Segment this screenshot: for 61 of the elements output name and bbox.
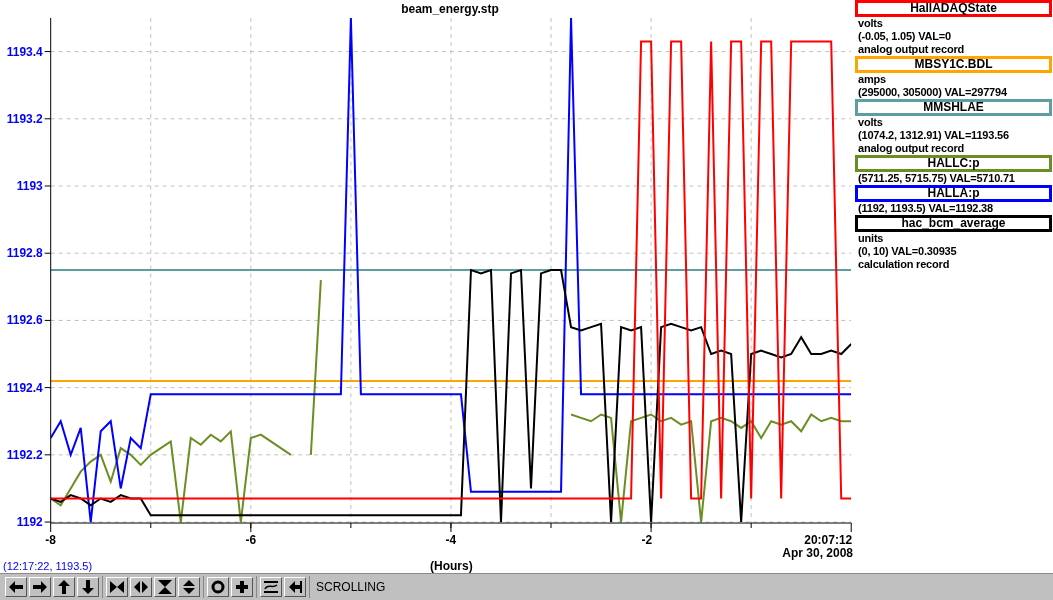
right-arrow-button[interactable] — [29, 577, 51, 597]
up-arrow-button[interactable] — [53, 577, 75, 597]
legend-trace-name[interactable]: MBSY1C.BDL — [855, 56, 1052, 73]
zoom-out-horizontal-icon — [133, 580, 149, 594]
legend-info-text: units — [857, 232, 885, 245]
legend-trace-name[interactable]: hac_bcm_average — [855, 215, 1052, 232]
cursor-readout: (12:17:22, 1193.5) — [2, 560, 94, 573]
rewind-to-end-button[interactable] — [284, 577, 306, 597]
legend-info-text: (1192, 1193.5) VAL=1192.38 — [857, 202, 994, 215]
x-tick-label: -2 — [641, 533, 653, 547]
legend-info-text: (0, 10) VAL=0.30935 — [857, 245, 958, 258]
x-tick-label: -6 — [245, 533, 257, 547]
y-tick-label: 1193.2 — [6, 111, 43, 126]
y-tick-label: 1193.4 — [6, 44, 43, 59]
legend-info-text: analog output record — [857, 43, 965, 56]
down-arrow-button[interactable] — [77, 577, 99, 597]
graph-icon — [263, 580, 279, 594]
chart-title: beam_energy.stp — [401, 2, 499, 16]
right-arrow-icon — [32, 580, 48, 594]
legend-info-text: (5711.25, 5715.75) VAL=5710.71 — [857, 172, 1016, 185]
plus-button[interactable] — [231, 577, 253, 597]
zoom-in-vertical-button[interactable] — [154, 577, 176, 597]
legend-info-text: (1074.2, 1312.91) VAL=1193.56 — [857, 129, 1010, 142]
legend-info-text: calculation record — [857, 258, 951, 271]
left-arrow-icon — [8, 580, 24, 594]
left-arrow-button[interactable] — [5, 577, 27, 597]
legend-info-text: (295000, 305000) VAL=297794 — [857, 86, 1008, 99]
y-tick-label: 1192 — [16, 515, 43, 530]
end-time-label: 20:07:12 — [804, 533, 853, 547]
zoom-in-horizontal-icon — [109, 580, 125, 594]
y-tick-label: 1192.8 — [6, 246, 43, 261]
x-tick-label: -4 — [445, 533, 457, 547]
y-tick-label: 1193 — [16, 179, 43, 193]
mode-label: SCROLLING — [316, 580, 386, 594]
ring-button[interactable] — [207, 577, 229, 597]
end-date-label: Apr 30, 2008 — [782, 547, 853, 560]
zoom-out-horizontal-button[interactable] — [130, 577, 152, 597]
down-arrow-icon — [80, 580, 96, 594]
x-axis-label: (Hours) — [430, 560, 473, 573]
legend-info-text: (-0.05, 1.05) VAL=0 — [857, 30, 952, 43]
legend-trace-name[interactable]: HallADAQState — [855, 0, 1052, 17]
legend-trace-name[interactable]: MMSHLAE — [855, 99, 1052, 116]
ring-icon — [210, 580, 226, 594]
y-tick-label: 1192.6 — [6, 313, 43, 328]
graph-button[interactable] — [260, 577, 282, 597]
zoom-out-vertical-button[interactable] — [178, 577, 200, 597]
zoom-in-vertical-icon — [157, 580, 173, 594]
legend-info-text: volts — [857, 116, 884, 129]
zoom-in-horizontal-button[interactable] — [106, 577, 128, 597]
x-tick-label: -8 — [45, 533, 56, 547]
legend-trace-name[interactable]: HALLA:p — [855, 185, 1052, 202]
legend-info-text: amps — [857, 73, 887, 86]
rewind-to-end-icon — [287, 580, 303, 594]
up-arrow-icon — [56, 580, 72, 594]
y-tick-label: 1192.2 — [6, 447, 43, 462]
legend-info-text: volts — [857, 17, 884, 30]
y-tick-label: 1192.4 — [6, 380, 43, 395]
plus-icon — [234, 580, 250, 594]
legend-info-text: analog output record — [857, 142, 965, 155]
zoom-out-vertical-icon — [181, 580, 197, 594]
legend-trace-name[interactable]: HALLC:p — [855, 155, 1052, 172]
